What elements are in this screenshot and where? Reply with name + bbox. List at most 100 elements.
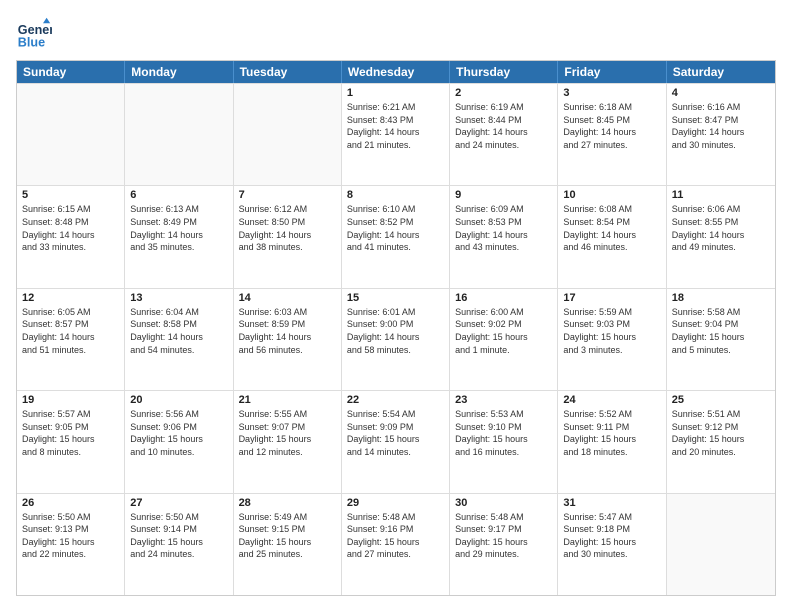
day-header-monday: Monday	[125, 61, 233, 83]
day-info: Sunrise: 6:10 AM Sunset: 8:52 PM Dayligh…	[347, 203, 444, 253]
day-number: 23	[455, 394, 552, 406]
day-info: Sunrise: 6:13 AM Sunset: 8:49 PM Dayligh…	[130, 203, 227, 253]
day-info: Sunrise: 6:12 AM Sunset: 8:50 PM Dayligh…	[239, 203, 336, 253]
day-cell-4: 4 Sunrise: 6:16 AM Sunset: 8:47 PM Daylig…	[667, 84, 775, 185]
week-row-2: 5 Sunrise: 6:15 AM Sunset: 8:48 PM Daylig…	[17, 185, 775, 287]
day-cell-25: 25 Sunrise: 5:51 AM Sunset: 9:12 PM Dayli…	[667, 391, 775, 492]
day-info: Sunrise: 6:04 AM Sunset: 8:58 PM Dayligh…	[130, 306, 227, 356]
day-number: 29	[347, 497, 444, 509]
day-number: 21	[239, 394, 336, 406]
day-number: 4	[672, 87, 770, 99]
week-row-4: 19Sunrise: 5:57 AM Sunset: 9:05 PM Dayli…	[17, 390, 775, 492]
day-info: Sunrise: 5:49 AM Sunset: 9:15 PM Dayligh…	[239, 511, 336, 561]
day-info: Sunrise: 5:59 AM Sunset: 9:03 PM Dayligh…	[563, 306, 660, 356]
day-number: 20	[130, 394, 227, 406]
day-number: 14	[239, 292, 336, 304]
day-cell-10: 10Sunrise: 6:08 AM Sunset: 8:54 PM Dayli…	[558, 186, 666, 287]
day-cell-14: 14 Sunrise: 6:03 AM Sunset: 8:59 PM Dayli…	[234, 289, 342, 390]
day-info: Sunrise: 6:00 AM Sunset: 9:02 PM Dayligh…	[455, 306, 552, 356]
day-cell-17: 17 Sunrise: 5:59 AM Sunset: 9:03 PM Dayli…	[558, 289, 666, 390]
day-number: 5	[22, 189, 119, 201]
day-cell-30: 30Sunrise: 5:48 AM Sunset: 9:17 PM Dayli…	[450, 494, 558, 595]
day-cell-3: 3 Sunrise: 6:18 AM Sunset: 8:45 PM Daylig…	[558, 84, 666, 185]
day-number: 24	[563, 394, 660, 406]
calendar-header: SundayMondayTuesdayWednesdayThursdayFrid…	[17, 61, 775, 83]
week-row-1: 1 Sunrise: 6:21 AM Sunset: 8:43 PM Daylig…	[17, 83, 775, 185]
day-number: 8	[347, 189, 444, 201]
day-number: 27	[130, 497, 227, 509]
svg-text:Blue: Blue	[18, 36, 45, 50]
day-cell-24: 24Sunrise: 5:52 AM Sunset: 9:11 PM Dayli…	[558, 391, 666, 492]
day-info: Sunrise: 5:56 AM Sunset: 9:06 PM Dayligh…	[130, 408, 227, 458]
empty-cell-0-2	[234, 84, 342, 185]
day-header-friday: Friday	[558, 61, 666, 83]
calendar: SundayMondayTuesdayWednesdayThursdayFrid…	[16, 60, 776, 596]
day-header-thursday: Thursday	[450, 61, 558, 83]
day-cell-20: 20 Sunrise: 5:56 AM Sunset: 9:06 PM Dayli…	[125, 391, 233, 492]
day-cell-11: 11 Sunrise: 6:06 AM Sunset: 8:55 PM Dayli…	[667, 186, 775, 287]
day-number: 7	[239, 189, 336, 201]
day-number: 1	[347, 87, 444, 99]
day-number: 13	[130, 292, 227, 304]
day-info: Sunrise: 6:05 AM Sunset: 8:57 PM Dayligh…	[22, 306, 119, 356]
day-info: Sunrise: 6:03 AM Sunset: 8:59 PM Dayligh…	[239, 306, 336, 356]
week-row-3: 12 Sunrise: 6:05 AM Sunset: 8:57 PM Dayli…	[17, 288, 775, 390]
day-info: Sunrise: 5:51 AM Sunset: 9:12 PM Dayligh…	[672, 408, 770, 458]
day-info: Sunrise: 5:47 AM Sunset: 9:18 PM Dayligh…	[563, 511, 660, 561]
day-number: 11	[672, 189, 770, 201]
day-info: Sunrise: 6:16 AM Sunset: 8:47 PM Dayligh…	[672, 101, 770, 151]
day-cell-19: 19Sunrise: 5:57 AM Sunset: 9:05 PM Dayli…	[17, 391, 125, 492]
day-header-wednesday: Wednesday	[342, 61, 450, 83]
day-header-saturday: Saturday	[667, 61, 775, 83]
day-cell-1: 1 Sunrise: 6:21 AM Sunset: 8:43 PM Daylig…	[342, 84, 450, 185]
day-cell-28: 28 Sunrise: 5:49 AM Sunset: 9:15 PM Dayli…	[234, 494, 342, 595]
day-cell-31: 31 Sunrise: 5:47 AM Sunset: 9:18 PM Dayli…	[558, 494, 666, 595]
day-number: 28	[239, 497, 336, 509]
week-row-5: 26 Sunrise: 5:50 AM Sunset: 9:13 PM Dayli…	[17, 493, 775, 595]
header: General Blue	[16, 16, 776, 52]
day-cell-22: 22 Sunrise: 5:54 AM Sunset: 9:09 PM Dayli…	[342, 391, 450, 492]
day-info: Sunrise: 5:50 AM Sunset: 9:14 PM Dayligh…	[130, 511, 227, 561]
empty-cell-0-0	[17, 84, 125, 185]
day-info: Sunrise: 5:54 AM Sunset: 9:09 PM Dayligh…	[347, 408, 444, 458]
day-cell-2: 2 Sunrise: 6:19 AM Sunset: 8:44 PM Daylig…	[450, 84, 558, 185]
day-info: Sunrise: 5:48 AM Sunset: 9:16 PM Dayligh…	[347, 511, 444, 561]
day-number: 31	[563, 497, 660, 509]
day-info: Sunrise: 6:19 AM Sunset: 8:44 PM Dayligh…	[455, 101, 552, 151]
day-cell-12: 12 Sunrise: 6:05 AM Sunset: 8:57 PM Dayli…	[17, 289, 125, 390]
day-cell-23: 23Sunrise: 5:53 AM Sunset: 9:10 PM Dayli…	[450, 391, 558, 492]
day-info: Sunrise: 5:57 AM Sunset: 9:05 PM Dayligh…	[22, 408, 119, 458]
day-header-sunday: Sunday	[17, 61, 125, 83]
day-number: 22	[347, 394, 444, 406]
empty-cell-0-1	[125, 84, 233, 185]
day-number: 16	[455, 292, 552, 304]
empty-cell-4-6	[667, 494, 775, 595]
day-number: 17	[563, 292, 660, 304]
day-info: Sunrise: 6:18 AM Sunset: 8:45 PM Dayligh…	[563, 101, 660, 151]
day-info: Sunrise: 6:21 AM Sunset: 8:43 PM Dayligh…	[347, 101, 444, 151]
page: General Blue SundayMondayTuesdayWednesda…	[0, 0, 792, 612]
day-cell-27: 27 Sunrise: 5:50 AM Sunset: 9:14 PM Dayli…	[125, 494, 233, 595]
day-number: 3	[563, 87, 660, 99]
day-number: 26	[22, 497, 119, 509]
day-cell-29: 29 Sunrise: 5:48 AM Sunset: 9:16 PM Dayli…	[342, 494, 450, 595]
day-number: 25	[672, 394, 770, 406]
day-info: Sunrise: 5:58 AM Sunset: 9:04 PM Dayligh…	[672, 306, 770, 356]
day-cell-21: 21 Sunrise: 5:55 AM Sunset: 9:07 PM Dayli…	[234, 391, 342, 492]
day-info: Sunrise: 6:09 AM Sunset: 8:53 PM Dayligh…	[455, 203, 552, 253]
day-number: 2	[455, 87, 552, 99]
day-number: 30	[455, 497, 552, 509]
day-info: Sunrise: 6:15 AM Sunset: 8:48 PM Dayligh…	[22, 203, 119, 253]
day-cell-6: 6 Sunrise: 6:13 AM Sunset: 8:49 PM Daylig…	[125, 186, 233, 287]
day-info: Sunrise: 6:08 AM Sunset: 8:54 PM Dayligh…	[563, 203, 660, 253]
day-info: Sunrise: 6:06 AM Sunset: 8:55 PM Dayligh…	[672, 203, 770, 253]
day-info: Sunrise: 6:01 AM Sunset: 9:00 PM Dayligh…	[347, 306, 444, 356]
day-number: 6	[130, 189, 227, 201]
day-info: Sunrise: 5:55 AM Sunset: 9:07 PM Dayligh…	[239, 408, 336, 458]
day-cell-8: 8 Sunrise: 6:10 AM Sunset: 8:52 PM Daylig…	[342, 186, 450, 287]
day-cell-7: 7 Sunrise: 6:12 AM Sunset: 8:50 PM Daylig…	[234, 186, 342, 287]
day-info: Sunrise: 5:50 AM Sunset: 9:13 PM Dayligh…	[22, 511, 119, 561]
day-number: 12	[22, 292, 119, 304]
day-cell-18: 18 Sunrise: 5:58 AM Sunset: 9:04 PM Dayli…	[667, 289, 775, 390]
day-number: 18	[672, 292, 770, 304]
